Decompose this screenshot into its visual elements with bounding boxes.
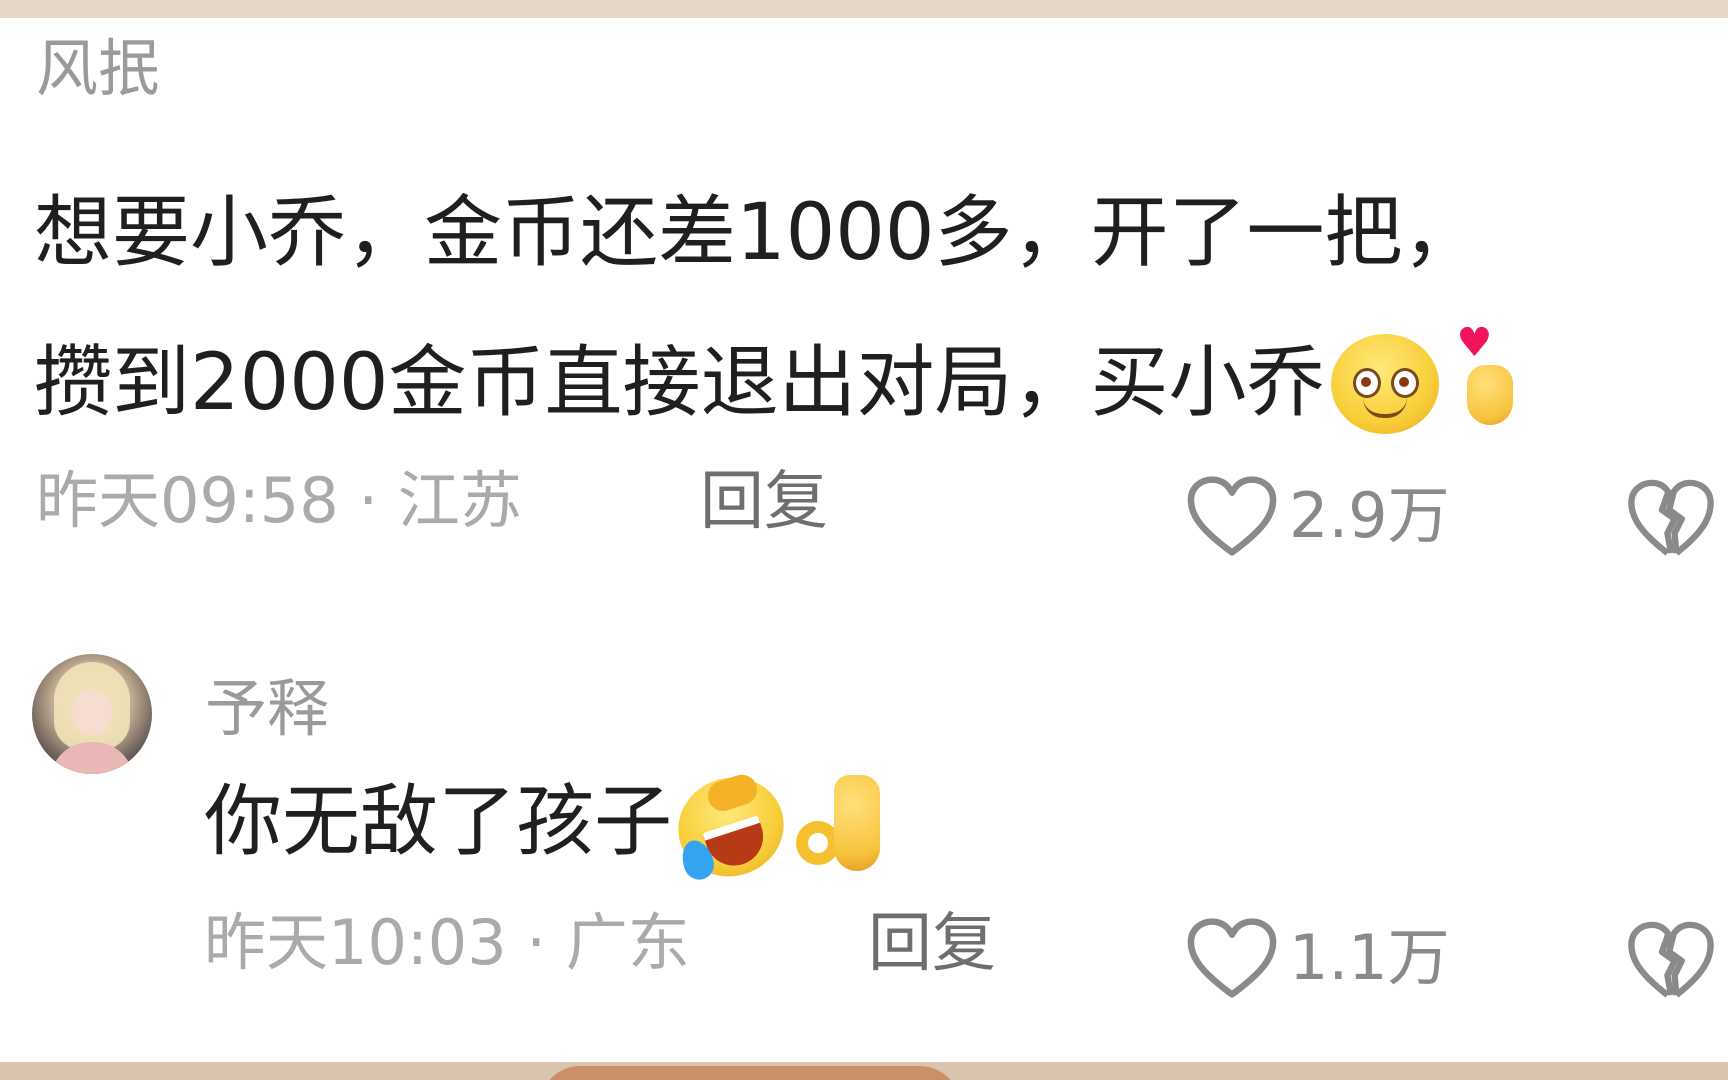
ok-hand-emoji (794, 774, 886, 879)
like-count: 2.9万 (1289, 479, 1450, 552)
broken-heart-icon (1628, 921, 1714, 998)
dislike-button[interactable] (1626, 476, 1716, 560)
comment-text-line-1: 你无敌了孩子 (204, 763, 886, 890)
comment-text: 你无敌了孩子 (204, 763, 886, 890)
comment-timestamp-location: 昨天09:58 · 江苏 (36, 464, 522, 537)
heart-outline-icon (1187, 476, 1277, 556)
like-count: 1.1万 (1289, 921, 1450, 994)
comment-timestamp-location: 昨天10:03 · 广东 (204, 906, 690, 979)
bottom-frame-strip (0, 1062, 1728, 1080)
blush-smile-emoji (1330, 333, 1439, 434)
laugh-cry-emoji (665, 763, 797, 890)
comment-text: 想要小乔，金币还差1000多，开了一把， 攒到2000金币直接退出对局，买小乔 ♥ (34, 158, 1523, 458)
comment-text-line: 想要小乔，金币还差1000多，开了一把， (34, 188, 1481, 278)
finger-heart-emoji: ♥ (1453, 323, 1523, 433)
comment-text-line-2: 攒到2000金币直接退出对局，买小乔 ♥ (34, 308, 1523, 458)
like-button[interactable]: 2.9万 (1185, 474, 1450, 558)
avatar[interactable] (32, 654, 152, 774)
comment-text-line: 你无敌了孩子 (204, 777, 673, 867)
heart-outline-icon (1187, 918, 1277, 998)
reply-button[interactable]: 回复 (700, 470, 828, 534)
comment-text-line: 攒到2000金币直接退出对局，买小乔 (34, 338, 1325, 428)
comment-username[interactable]: 风抿 (36, 38, 160, 100)
comment-username[interactable]: 予释 (205, 678, 329, 740)
reply-button[interactable]: 回复 (868, 912, 996, 976)
broken-heart-icon (1628, 479, 1714, 556)
top-frame-strip (0, 0, 1728, 18)
dislike-button[interactable] (1626, 918, 1716, 1002)
comment-list: 风抿 想要小乔，金币还差1000多，开了一把， 攒到2000金币直接退出对局，买… (0, 18, 1728, 1062)
like-button[interactable]: 1.1万 (1185, 916, 1450, 1000)
